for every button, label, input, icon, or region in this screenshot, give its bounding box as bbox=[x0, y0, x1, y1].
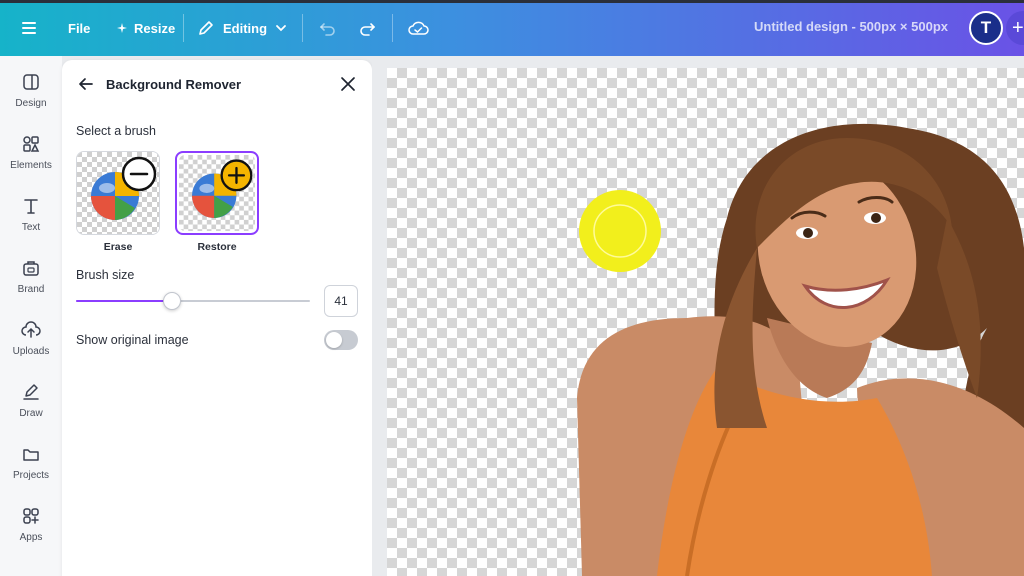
brush-size-slider[interactable] bbox=[76, 292, 310, 310]
close-icon bbox=[341, 77, 355, 91]
add-collaborator-button[interactable]: + bbox=[1006, 11, 1024, 45]
nav-brand[interactable]: Brand bbox=[0, 258, 62, 312]
erase-brush-option[interactable] bbox=[76, 151, 160, 235]
nav-label: Design bbox=[15, 98, 47, 109]
projects-icon bbox=[23, 449, 39, 461]
nav-label: Draw bbox=[19, 408, 43, 419]
save-status-button[interactable] bbox=[407, 16, 429, 40]
nav-draw[interactable]: Draw bbox=[0, 382, 62, 436]
brush-size-label: Brush size bbox=[76, 268, 135, 282]
back-button[interactable] bbox=[76, 74, 96, 94]
undo-button[interactable] bbox=[318, 16, 338, 40]
design-canvas[interactable] bbox=[387, 68, 1024, 576]
chevron-down-icon bbox=[276, 25, 286, 32]
apps-icon bbox=[23, 508, 39, 524]
cloud-check-icon bbox=[408, 21, 429, 35]
uploads-icon bbox=[21, 321, 41, 338]
avatar-initial: T bbox=[980, 18, 992, 37]
nav-apps[interactable]: Apps bbox=[0, 506, 62, 560]
sparkle-icon bbox=[117, 23, 127, 33]
redo-button[interactable] bbox=[357, 16, 377, 40]
side-nav: Design Elements Text Brand Uploads Draw … bbox=[0, 56, 62, 576]
toolbar-divider bbox=[392, 14, 393, 42]
editing-mode-dropdown[interactable]: Editing bbox=[197, 16, 287, 40]
hamburger-icon bbox=[22, 22, 36, 34]
background-remover-panel: Background Remover Select a brush Erase bbox=[62, 60, 372, 576]
restore-brush-option[interactable] bbox=[175, 151, 259, 235]
canvas-gutter bbox=[372, 56, 387, 576]
nav-label: Elements bbox=[10, 160, 52, 171]
canvas-artwork bbox=[577, 123, 1024, 576]
erase-brush-preview bbox=[77, 152, 159, 234]
show-original-label: Show original image bbox=[76, 333, 189, 347]
arrow-left-icon bbox=[79, 78, 93, 90]
nav-label: Text bbox=[21, 222, 41, 233]
file-menu[interactable]: File bbox=[68, 16, 90, 40]
resize-button[interactable]: Resize bbox=[116, 16, 175, 40]
nav-label: Apps bbox=[19, 532, 43, 543]
erase-brush-label: Erase bbox=[103, 241, 133, 253]
toolbar-divider bbox=[183, 14, 184, 42]
nav-design[interactable]: Design bbox=[0, 72, 62, 126]
text-icon bbox=[24, 199, 38, 214]
design-icon bbox=[23, 74, 39, 90]
top-toolbar: File Resize Editing Untitled design - 50… bbox=[0, 0, 1024, 56]
close-button[interactable] bbox=[338, 74, 358, 94]
brush-size-slider-thumb[interactable] bbox=[162, 292, 181, 310]
user-avatar[interactable]: T bbox=[969, 11, 1003, 45]
file-label: File bbox=[68, 20, 91, 36]
nav-label: Projects bbox=[12, 470, 50, 481]
restore-brush-label: Restore bbox=[197, 241, 237, 253]
menu-button[interactable] bbox=[20, 16, 38, 40]
woman-photo-cutout bbox=[577, 123, 1024, 576]
nav-projects[interactable]: Projects bbox=[0, 444, 62, 498]
nav-label: Uploads bbox=[12, 346, 50, 357]
editing-label: Editing bbox=[223, 20, 268, 36]
brush-cursor bbox=[579, 190, 661, 272]
toolbar-divider bbox=[302, 14, 303, 42]
document-title[interactable]: Untitled design - 500px × 500px bbox=[754, 19, 948, 34]
select-brush-label: Select a brush bbox=[76, 124, 156, 138]
panel-title: Background Remover bbox=[106, 77, 242, 92]
restore-brush-preview bbox=[179, 155, 255, 231]
window-strip bbox=[0, 0, 1024, 3]
pencil-icon bbox=[199, 21, 213, 35]
nav-uploads[interactable]: Uploads bbox=[0, 320, 62, 374]
brush-size-slider-fill bbox=[76, 300, 172, 302]
nav-label: Brand bbox=[17, 284, 45, 295]
brush-size-value: 41 bbox=[334, 294, 348, 308]
nav-text[interactable]: Text bbox=[0, 196, 62, 250]
elements-icon bbox=[23, 136, 40, 152]
toggle-knob bbox=[326, 332, 342, 348]
brand-icon bbox=[23, 261, 39, 276]
restore-brush-preview-frame bbox=[179, 155, 255, 231]
nav-elements[interactable]: Elements bbox=[0, 134, 62, 188]
plus-icon: + bbox=[1012, 16, 1024, 39]
redo-icon bbox=[360, 23, 376, 36]
undo-icon bbox=[319, 23, 335, 36]
resize-label: Resize bbox=[134, 20, 176, 36]
canvas-gutter bbox=[372, 56, 1024, 68]
draw-icon bbox=[23, 384, 39, 400]
brush-size-input[interactable]: 41 bbox=[324, 285, 358, 317]
show-original-toggle[interactable] bbox=[324, 330, 358, 350]
